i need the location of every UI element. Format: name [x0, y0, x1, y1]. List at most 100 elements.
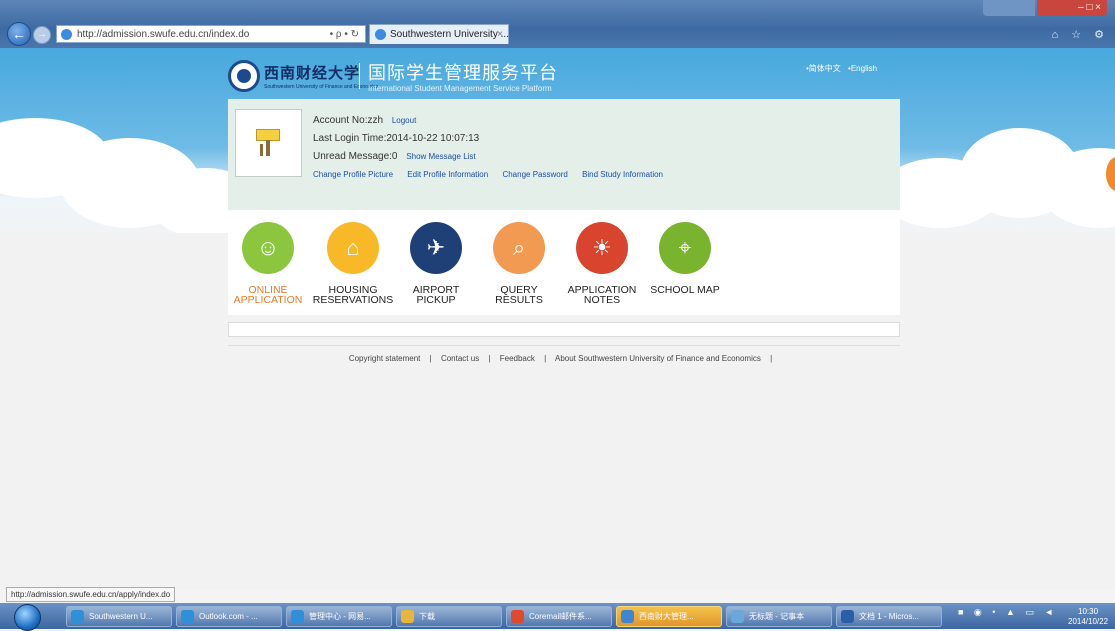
language-switch: •简体中文 •English [806, 63, 882, 74]
airplane-icon: ✈ [410, 222, 462, 274]
taskbar-item-label: 文档 1 - Micros... [859, 612, 920, 621]
notepad-icon [731, 610, 744, 623]
taskbar-item[interactable]: 管理中心 - 网易... [286, 606, 392, 627]
taskbar-item[interactable]: Southwestern U... [66, 606, 172, 627]
platform-title-cn: 国际学生管理服务平台 [368, 63, 558, 83]
ie-icon [291, 610, 304, 623]
header-divider [359, 63, 360, 89]
service-school-map[interactable]: ⌖ SCHOOL MAP [642, 222, 728, 295]
window-min-max-buttons[interactable] [983, 0, 1035, 16]
site-header: 西南财经大学 Southwestern University of Financ… [228, 54, 900, 100]
clock-time: 10:30 [1078, 607, 1099, 616]
service-label: ONLINE APPLICATION [233, 284, 303, 306]
empty-content-bar [228, 322, 900, 337]
taskbar-item-label: 无标题 - 记事本 [749, 612, 805, 621]
profile-actions: Change Profile Picture Edit Profile Info… [313, 170, 675, 179]
lang-chinese-link[interactable]: •简体中文 [806, 64, 841, 73]
university-name-cn: 西南财经大学 [264, 64, 361, 82]
taskbar-item-label: 西南财大管理... [639, 612, 694, 621]
footer-link-copyright[interactable]: Copyright statement [349, 354, 421, 363]
window-controls: – □ × [1078, 2, 1101, 13]
university-name-en: Southwestern University of Finance and E… [264, 84, 379, 90]
service-label: HOUSING RESERVATIONS [312, 284, 394, 306]
taskbar-item[interactable]: 文档 1 - Micros... [836, 606, 942, 627]
last-login: Last Login Time:2014-10-22 10:07:13 [313, 133, 480, 144]
lang-english-link[interactable]: •English [848, 64, 877, 73]
system-tray-icons[interactable]: ■ ◉ • ▲ ▭ ◄ [958, 607, 1057, 618]
unread-line: Unread Message:0 Show Message List [313, 151, 476, 162]
account-number: Account No:zzh [313, 115, 384, 126]
taskbar-item[interactable]: Outlook.com - ... [176, 606, 282, 627]
home-favorites-settings-icons[interactable]: ⌂ ☆ ⚙ [1052, 28, 1109, 41]
page-viewport: 西南财经大学 Southwestern University of Financ… [0, 48, 1115, 590]
browser-tab[interactable]: Southwestern University ... × [369, 24, 509, 44]
map-pin-icon: ⌖ [659, 222, 711, 274]
ie-icon [181, 610, 194, 623]
bind-study-info-link[interactable]: Bind Study Information [582, 170, 663, 179]
taskbar-item[interactable]: 无标题 - 记事本 [726, 606, 832, 627]
logout-link[interactable]: Logout [392, 116, 416, 125]
app-icon [621, 610, 634, 623]
account-line: Account No:zzh Logout [313, 115, 416, 126]
service-label: AIRPORT PICKUP [412, 284, 460, 306]
change-profile-picture-link[interactable]: Change Profile Picture [313, 170, 393, 179]
site-footer: Copyright statement | Contact us | Feedb… [228, 354, 900, 363]
ie-icon [71, 610, 84, 623]
services-panel: ☺ ONLINE APPLICATION ⌂ HOUSING RESERVATI… [228, 210, 900, 315]
word-icon [841, 610, 854, 623]
service-label: QUERY RESULTS [495, 284, 543, 306]
taskbar-clock[interactable]: 10:30 2014/10/22 [1068, 607, 1108, 627]
service-housing-reservations[interactable]: ⌂ HOUSING RESERVATIONS [310, 222, 396, 305]
profile-panel: Account No:zzh Logout Last Login Time:20… [228, 99, 900, 210]
edit-profile-link[interactable]: Edit Profile Information [407, 170, 488, 179]
avatar[interactable] [235, 109, 302, 177]
service-query-results[interactable]: ⌕ QUERY RESULTS [476, 222, 562, 305]
taskbar-item-label: Outlook.com - ... [199, 612, 258, 621]
search-icon: ⌕ [493, 222, 545, 274]
windows-taskbar: Southwestern U... Outlook.com - ... 管理中心… [0, 603, 1115, 631]
taskbar-item-label: Coremail邮件系... [529, 612, 592, 621]
window-close-button[interactable]: – □ × [983, 0, 1107, 16]
footer-separator: | [488, 354, 491, 363]
taskbar-item[interactable]: 下载 [396, 606, 502, 627]
avatar-post [266, 140, 270, 156]
address-bar[interactable]: http://admission.swufe.edu.cn/index.do •… [56, 25, 366, 43]
ie-page-icon [61, 29, 72, 40]
footer-divider [228, 345, 900, 346]
unread-count: Unread Message:0 [313, 151, 398, 162]
footer-separator: | [429, 354, 432, 363]
service-label: APPLICATION NOTES [567, 284, 637, 306]
browser-toolbar: ← → http://admission.swufe.edu.cn/index.… [0, 0, 1115, 48]
change-password-link[interactable]: Change Password [502, 170, 567, 179]
university-seal-icon [228, 60, 260, 92]
tab-favicon-icon [375, 29, 386, 40]
chrome-icon [511, 610, 524, 623]
back-button[interactable]: ← [7, 22, 31, 46]
service-airport-pickup[interactable]: ✈ AIRPORT PICKUP [393, 222, 479, 305]
service-online-application[interactable]: ☺ ONLINE APPLICATION [225, 222, 311, 305]
footer-link-contact[interactable]: Contact us [441, 354, 479, 363]
service-application-notes[interactable]: ☀ APPLICATION NOTES [559, 222, 645, 305]
status-bar-url: http://admission.swufe.edu.cn/apply/inde… [6, 587, 176, 602]
taskbar-item[interactable]: Coremail邮件系... [506, 606, 612, 627]
user-icon: ☺ [242, 222, 294, 274]
footer-link-feedback[interactable]: Feedback [500, 354, 535, 363]
taskbar-item-active[interactable]: 西南财大管理... [616, 606, 722, 627]
forward-button[interactable]: → [33, 26, 51, 44]
tab-close-icon[interactable]: × [497, 25, 503, 44]
footer-link-about[interactable]: About Southwestern University of Finance… [555, 354, 761, 363]
platform-title-en: International Student Management Service… [368, 84, 552, 93]
clock-date: 2014/10/22 [1068, 617, 1109, 626]
folder-icon [401, 610, 414, 623]
home-icon: ⌂ [327, 222, 379, 274]
start-button[interactable] [14, 604, 41, 631]
taskbar-item-label: 下载 [419, 612, 435, 621]
show-message-list-link[interactable]: Show Message List [406, 152, 475, 161]
tab-title: Southwestern University ... [390, 29, 509, 40]
address-url[interactable]: http://admission.swufe.edu.cn/index.do [77, 26, 249, 44]
avatar-post [260, 144, 263, 156]
address-tools[interactable]: • ρ • ↻ [330, 26, 359, 44]
footer-separator: | [770, 354, 773, 363]
lightbulb-icon: ☀ [576, 222, 628, 274]
footer-separator: | [544, 354, 547, 363]
